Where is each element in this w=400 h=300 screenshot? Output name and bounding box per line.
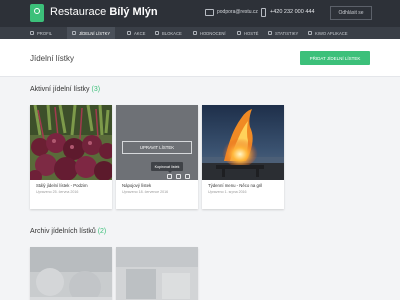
card-updated: Upraveno 18. července 2016 — [122, 190, 169, 194]
nav-item-kiwo-aplikace[interactable]: KIWO APLIKACE — [308, 27, 348, 39]
menu-card[interactable]: Týdenní menu - Něco na gril Upraveno 1. … — [202, 105, 284, 209]
nav-item-akce[interactable]: AKCE — [127, 27, 145, 39]
nav-item-profil[interactable]: PROFIL — [30, 27, 52, 39]
nav-item-blokace[interactable]: BLOKACE — [155, 27, 182, 39]
phone-icon — [261, 8, 266, 17]
top-bar: Restaurace Bílý Mlýn podpora@restu.cz +4… — [0, 0, 400, 27]
guests-icon — [237, 31, 241, 35]
main-nav: PROFIL JÍDELNÍ LÍSTKY AKCE BLOKACE HODNO… — [0, 27, 400, 39]
card-title: Nápojový lístek — [122, 183, 152, 188]
logout-button[interactable]: Odhlásit se — [330, 6, 372, 20]
menu-card[interactable]: Stálý jídelní lístek - Podzim Upraveno 2… — [30, 105, 112, 209]
archive-count: (2) — [97, 228, 107, 235]
nav-item-hoste[interactable]: HOSTÉ — [237, 27, 258, 39]
nav-item-statistiky[interactable]: STATISTIKY — [268, 27, 298, 39]
brand-name: Bílý Mlýn — [109, 6, 158, 18]
menu-list-icon — [72, 31, 76, 35]
archived-menu-card[interactable] — [116, 247, 198, 300]
nav-item-hodnoceni[interactable]: HODNOCENÍ — [193, 27, 226, 39]
edit-menu-button[interactable]: UPRAVIT LÍSTEK — [122, 141, 192, 154]
card-title: Stálý jídelní lístek - Podzim — [36, 183, 88, 188]
star-icon — [127, 31, 131, 35]
chat-icon — [193, 31, 197, 35]
support-email[interactable]: podpora@restu.cz — [217, 9, 258, 15]
delete-icon[interactable] — [185, 174, 190, 179]
app-icon — [308, 31, 312, 35]
page-title: Jídelní lístky — [30, 54, 75, 63]
lock-icon — [155, 31, 159, 35]
support-phone: +420 232 000 444 — [270, 9, 315, 15]
tooltip-arrow — [168, 171, 172, 173]
copy-icon[interactable] — [167, 174, 172, 179]
image-icon[interactable] — [176, 174, 181, 179]
active-count: (3) — [91, 86, 101, 93]
brand-prefix: Restaurace — [50, 6, 107, 18]
page-header: Jídelní lístky PŘIDAT JÍDELNÍ LÍSTEK — [0, 39, 400, 77]
copy-tooltip: Kopírovat lístek — [151, 162, 183, 171]
beets-photo — [30, 105, 112, 180]
chart-icon — [268, 31, 272, 35]
logo-pin-icon — [30, 4, 44, 22]
card-updated: Upraveno 1. srpna 2016 — [208, 190, 247, 194]
archived-menu-card[interactable] — [30, 247, 112, 300]
active-menus-heading: Aktivní jídelní lístky (3) — [30, 86, 101, 93]
bonfire-photo — [202, 105, 284, 180]
archive-heading: Archiv jídelních lístků (2) — [30, 228, 107, 235]
card-updated: Upraveno 25. června 2016 — [36, 190, 79, 194]
mail-icon — [205, 9, 214, 16]
add-menu-button[interactable]: PŘIDAT JÍDELNÍ LÍSTEK — [300, 51, 370, 65]
nav-item-jidelni-listky[interactable]: JÍDELNÍ LÍSTKY — [67, 27, 116, 39]
user-icon — [30, 31, 34, 35]
menu-card-hovered[interactable]: UPRAVIT LÍSTEK Kopírovat lístek Nápojový… — [116, 105, 198, 209]
card-title: Týdenní menu - Něco na gril — [208, 183, 263, 188]
restaurant-name: Restaurace Bílý Mlýn — [50, 6, 158, 18]
